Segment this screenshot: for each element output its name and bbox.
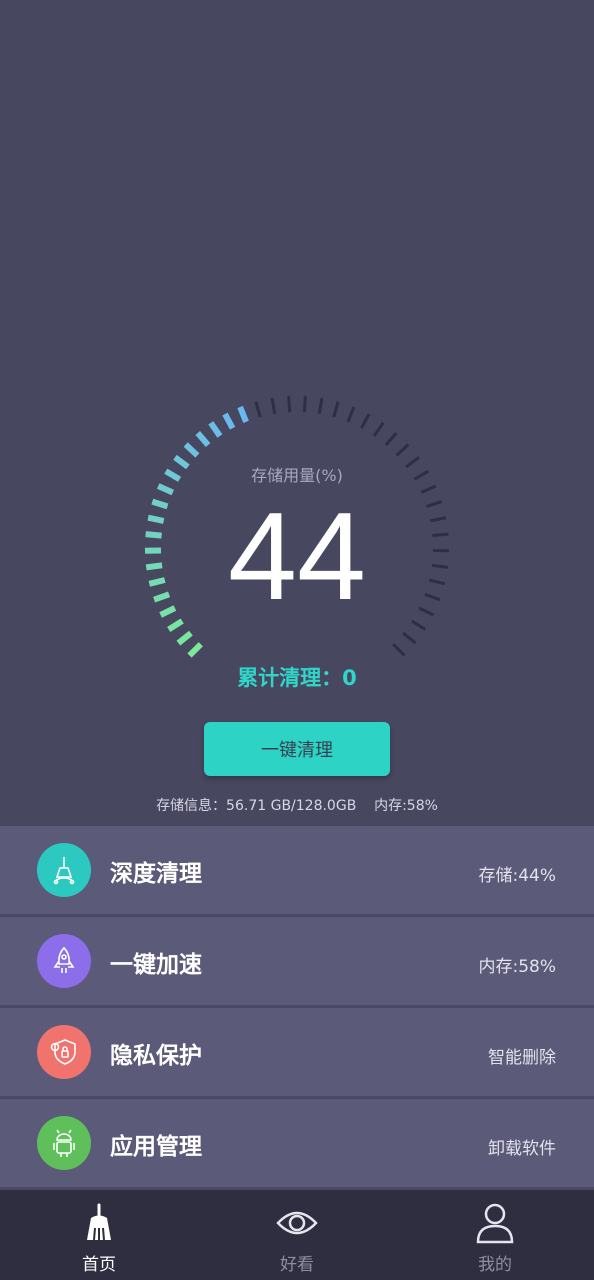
feature-title: 一键加速 xyxy=(110,952,202,978)
broom-icon xyxy=(87,1203,111,1241)
gauge-tick xyxy=(237,405,249,424)
gauge-tick xyxy=(270,397,277,415)
gauge-tick xyxy=(287,396,292,413)
feature-row-app-manage[interactable]: 应用管理 卸载软件 xyxy=(0,1099,594,1189)
gauge-tick xyxy=(208,421,223,438)
gauge-tick xyxy=(176,630,193,646)
gauge-tick xyxy=(222,412,236,430)
feature-title: 隐私保护 xyxy=(110,1043,202,1069)
deep-clean-icon-circle xyxy=(37,843,91,897)
gauge-tick xyxy=(402,631,417,645)
feature-row-privacy[interactable]: 隐私保护 智能删除 xyxy=(0,1008,594,1098)
shield-icon xyxy=(50,1039,76,1065)
gauge-tick xyxy=(411,619,427,631)
android-icon xyxy=(53,1129,75,1157)
gauge-tick xyxy=(254,401,262,418)
feature-list: 深度清理 存储:44% 一键加速 内存:58% 隐私保护 智能删除 应用管理 卸… xyxy=(0,826,594,1190)
person-icon xyxy=(476,1203,514,1244)
nav-item-home[interactable]: 首页 xyxy=(0,1190,198,1280)
gauge-tick xyxy=(384,432,398,447)
total-cleaned: 累计清理：0 xyxy=(237,666,357,690)
one-click-clean-button[interactable]: 一键清理 xyxy=(204,722,390,776)
bottom-nav: 首页 好看 我的 xyxy=(0,1190,594,1280)
feature-detail: 存储:44% xyxy=(478,866,556,886)
nav-label-home: 首页 xyxy=(82,1255,116,1275)
gauge-tick xyxy=(346,406,356,423)
feature-detail: 卸载软件 xyxy=(488,1139,556,1159)
nav-label-watch: 好看 xyxy=(280,1255,314,1275)
gauge-tick xyxy=(392,643,406,657)
gauge-tick xyxy=(302,396,307,413)
gauge-tick xyxy=(395,443,410,457)
nav-item-profile[interactable]: 我的 xyxy=(396,1190,594,1280)
speed-up-icon-circle xyxy=(37,934,91,988)
eye-icon xyxy=(276,1211,318,1235)
gauge-tick xyxy=(317,397,324,415)
gauge-tick xyxy=(187,642,203,658)
gauge-tick xyxy=(183,442,200,458)
nav-item-watch[interactable]: 好看 xyxy=(198,1190,396,1280)
gauge-value: 44 xyxy=(228,488,366,626)
app-manage-icon-circle xyxy=(37,1116,91,1170)
gauge-tick xyxy=(195,431,211,448)
gauge-tick xyxy=(332,401,340,418)
broom-icon xyxy=(53,857,75,885)
storage-info: 存储信息：56.71 GB/128.0GB 内存:58% xyxy=(156,798,438,814)
feature-detail: 内存:58% xyxy=(478,957,556,977)
feature-row-deep-clean[interactable]: 深度清理 存储:44% xyxy=(0,826,594,916)
rocket-icon xyxy=(53,946,75,973)
gauge-tick xyxy=(372,421,385,437)
feature-title: 深度清理 xyxy=(110,861,202,887)
clean-button-label: 一键清理 xyxy=(261,740,333,761)
privacy-icon-circle xyxy=(37,1025,91,1079)
gauge-label: 存储用量(%) xyxy=(251,466,343,485)
feature-title: 应用管理 xyxy=(110,1134,202,1160)
gauge-tick xyxy=(360,413,371,429)
gauge-tick xyxy=(167,618,184,633)
feature-row-speed-up[interactable]: 一键加速 内存:58% xyxy=(0,917,594,1007)
nav-label-profile: 我的 xyxy=(478,1255,512,1275)
feature-detail: 智能删除 xyxy=(488,1048,556,1068)
